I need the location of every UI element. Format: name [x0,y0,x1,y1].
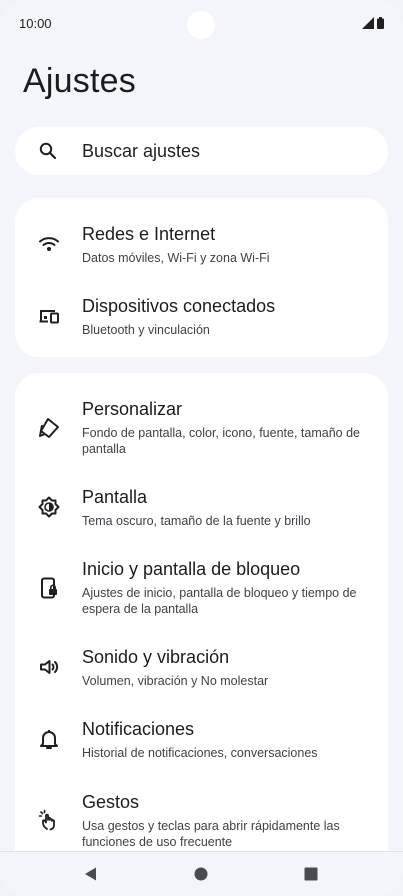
item-subtitle: Volumen, vibración y No molestar [82,674,269,688]
item-subtitle: Bluetooth y vinculación [82,323,210,337]
bell-icon [37,727,61,751]
settings-item-personalize[interactable]: Personalizar Fondo de pantalla, color, i… [15,399,388,459]
search-placeholder: Buscar ajustes [82,141,201,161]
item-subtitle: Datos móviles, Wi-Fi y zona Wi-Fi [82,251,270,265]
page-title: Ajustes [23,62,136,100]
battery-icon [377,16,384,29]
brightness-icon [37,495,61,519]
status-icons [362,16,384,29]
navigation-bar [0,851,403,896]
lock-screen-icon [37,576,61,600]
camera-cutout [187,11,215,39]
item-title: Inicio y pantalla de bloqueo [82,559,301,579]
home-icon[interactable] [193,866,209,882]
search-bar[interactable]: Buscar ajustes [15,127,388,175]
palette-icon [37,416,61,440]
settings-screen: 10:00 Ajustes Buscar ajustes Redes e Int… [0,0,403,896]
settings-item-display[interactable]: Pantalla Tema oscuro, tamaño de la fuent… [15,487,388,531]
item-subtitle: Usa gestos y teclas para abrir rápidamen… [82,819,340,849]
settings-item-connected-devices[interactable]: Dispositivos conectados Bluetooth y vinc… [15,296,388,340]
settings-item-gestures[interactable]: Gestos Usa gestos y teclas para abrir rá… [15,792,388,852]
devices-icon [37,304,61,328]
item-title: Dispositivos conectados [82,296,276,316]
item-title: Sonido y vibración [82,647,230,667]
status-bar: 10:00 [0,0,403,46]
item-title: Pantalla [82,487,148,507]
back-icon[interactable] [83,866,99,882]
settings-group-device: Personalizar Fondo de pantalla, color, i… [15,373,388,873]
item-subtitle: Tema oscuro, tamaño de la fuente y brill… [82,514,311,528]
signal-icon [362,16,374,29]
search-icon [38,141,58,161]
item-subtitle: Ajustes de inicio, pantalla de bloqueo y… [82,586,357,616]
wifi-icon [37,232,61,256]
settings-item-lock-screen[interactable]: Inicio y pantalla de bloqueo Ajustes de … [15,559,388,619]
status-time: 10:00 [19,16,52,31]
item-title: Personalizar [82,399,183,419]
item-title: Gestos [82,792,140,812]
item-title: Notificaciones [82,719,195,739]
settings-item-notifications[interactable]: Notificaciones Historial de notificacion… [15,719,388,763]
settings-item-sound[interactable]: Sonido y vibración Volumen, vibración y … [15,647,388,691]
settings-item-network[interactable]: Redes e Internet Datos móviles, Wi-Fi y … [15,224,388,268]
settings-group-connectivity: Redes e Internet Datos móviles, Wi-Fi y … [15,198,388,357]
volume-icon [37,655,61,679]
item-title: Redes e Internet [82,224,216,244]
item-subtitle: Fondo de pantalla, color, icono, fuente,… [82,426,360,456]
recents-icon[interactable] [303,866,319,882]
item-subtitle: Historial de notificaciones, conversacio… [82,746,318,760]
gesture-icon [37,809,61,833]
